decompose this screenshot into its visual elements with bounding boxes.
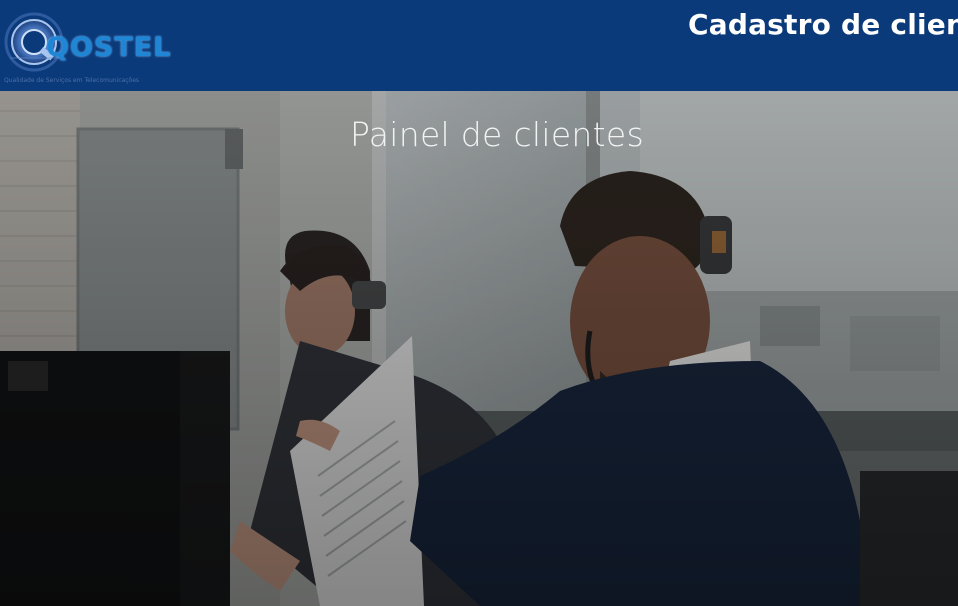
page-heading: Cadastro de client [688,8,958,41]
logo-tagline: Qualidade de Serviços em Telecomunicaçõe… [4,77,140,84]
top-header: QOSTEL Qualidade de Serviços em Telecomu… [0,0,958,91]
hero-title: Painel de clientes [350,115,644,154]
logo-wordmark: QOSTEL [46,32,172,63]
hero-banner: Painel de clientes [0,91,958,606]
call-center-photo [0,91,958,606]
